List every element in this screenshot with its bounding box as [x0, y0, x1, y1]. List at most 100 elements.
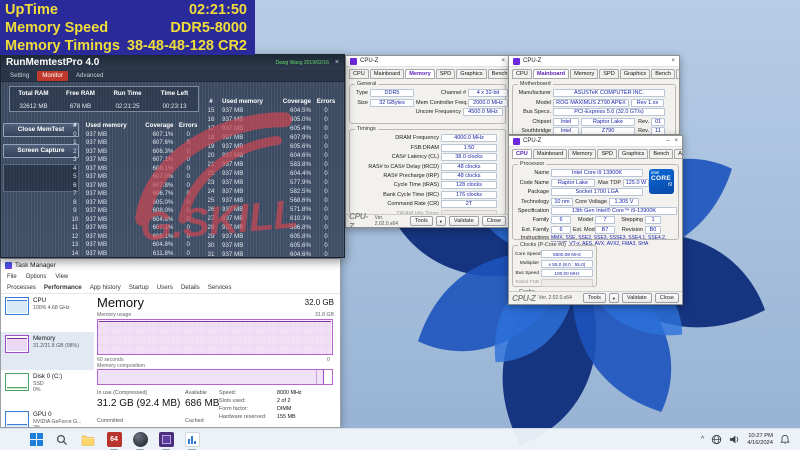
validate-button[interactable]: Validate — [448, 216, 479, 226]
tab-memory[interactable]: Memory — [405, 69, 435, 79]
cpuz-memory-titlebar[interactable]: CPU-Z × — [346, 56, 509, 67]
sidebar-item-cpu[interactable]: CPU 100% 4.68 GHz — [1, 294, 94, 332]
summary-header: Time Left — [160, 90, 189, 97]
cpuz-mainboard-titlebar[interactable]: CPU-Z × — [509, 56, 679, 67]
groupbox-caption: Processor — [518, 161, 547, 168]
task-manager-icon — [5, 262, 12, 269]
task-manager-titlebar[interactable]: Task Manager — [1, 259, 340, 272]
memtest-row: 15 937 MB 604.5% 0 — [207, 107, 328, 114]
minimize-icon[interactable]: – — [666, 138, 669, 144]
memory-composition-bar[interactable] — [97, 369, 333, 385]
type-value: DDR5 — [370, 89, 414, 98]
panel-heading: Memory — [97, 295, 144, 310]
sidebar-item-disk[interactable]: Disk 0 (C:) SSD 0% — [1, 370, 94, 408]
tab-bench[interactable]: Bench — [487, 69, 509, 79]
memtest-titlebar[interactable]: RunMemtestPro 4.0 Dawg Wang 2019/02/16 × — [1, 55, 344, 70]
tab-processes[interactable]: Processes — [7, 284, 36, 291]
close-icon[interactable]: × — [501, 58, 505, 64]
type-label: Type — [356, 90, 368, 97]
stepping-value: 1 — [645, 216, 661, 225]
memtest-row: 1 937 MB 607.6% 0 — [73, 139, 190, 147]
file-explorer-button[interactable] — [80, 432, 96, 448]
gpu-thumbnail — [5, 411, 29, 427]
close-button[interactable]: Close — [481, 216, 506, 226]
memtest-tab-setting[interactable]: Setting — [5, 71, 34, 81]
menu-view[interactable]: View — [55, 274, 68, 280]
validate-button[interactable]: Validate — [621, 293, 652, 303]
tab-spd[interactable]: SPD — [435, 69, 456, 79]
cpuz-app-icon — [350, 57, 357, 65]
memtest-tab-advanced[interactable]: Advanced — [71, 71, 109, 81]
osd-row-uptime: UpTime 02:21:50 — [5, 1, 247, 19]
tab-mainboard[interactable]: Mainboard — [369, 69, 405, 79]
close-icon[interactable]: × — [674, 138, 678, 144]
tab-bench[interactable]: Bench — [649, 149, 674, 159]
ext-family-value: 6 — [551, 225, 571, 234]
tab-memory[interactable]: Memory — [568, 149, 597, 159]
tab-cpu[interactable]: CPU — [349, 69, 369, 79]
tab-performance[interactable]: Performance — [44, 284, 82, 291]
memtest-row: 0 937 MB 607.1% 0 — [73, 130, 190, 138]
uncore-label: Uncore Frequency — [415, 109, 461, 116]
tab-memory[interactable]: Memory — [570, 69, 599, 79]
memtest-row: 9 937 MB 608.0% 0 — [73, 207, 190, 215]
summary-value: 02:21:25 — [115, 103, 140, 110]
usage-label: Memory usage — [97, 312, 132, 318]
core-voltage-label: Core Voltage — [575, 198, 607, 205]
tab-mainboard[interactable]: Mainboard — [532, 69, 570, 79]
start-button[interactable] — [28, 432, 44, 448]
tray-chevron-icon[interactable]: ^ — [701, 436, 704, 443]
memtest-row: 23 937 MB 577.9% 0 — [207, 179, 328, 186]
tab-mainboard[interactable]: Mainboard — [532, 149, 568, 159]
revision-label: Revision — [621, 226, 643, 233]
close-button[interactable]: Close — [654, 293, 679, 303]
memtest-row: 28 937 MB 586.8% 0 — [207, 224, 328, 231]
cpuz-taskbar-button[interactable] — [158, 432, 174, 450]
cpuz-cpu-titlebar[interactable]: CPU-Z – × — [509, 136, 682, 147]
tab-services[interactable]: Services — [208, 284, 232, 291]
tools-dropdown-icon[interactable]: ▼ — [435, 216, 446, 226]
tab-users[interactable]: Users — [157, 284, 173, 291]
tools-button[interactable]: Tools — [582, 293, 606, 303]
clock-row: Core Speed 5500.08 MHz — [515, 250, 594, 259]
tab-about[interactable]: About — [676, 69, 679, 79]
volume-icon[interactable] — [729, 434, 740, 445]
tools-dropdown-icon[interactable]: ▼ — [608, 293, 619, 303]
name-label: Name — [534, 170, 549, 177]
tab-about[interactable]: About — [674, 149, 682, 159]
tab-details[interactable]: Details — [181, 284, 200, 291]
memtest-close-icon[interactable]: × — [335, 59, 339, 66]
memtest-tabs: Setting Monitor Advanced — [1, 70, 344, 82]
close-icon[interactable]: × — [671, 58, 675, 64]
memtest64-button[interactable]: 64 — [106, 432, 122, 450]
tab-startup[interactable]: Startup — [129, 284, 149, 291]
tab-app-history[interactable]: App history — [90, 284, 121, 291]
monitor-app-button[interactable] — [184, 432, 200, 450]
search-button[interactable] — [54, 432, 70, 448]
taskbar-clock[interactable]: 10:27 PM 4/16/2024 — [747, 433, 773, 447]
osd-memspeed-label: Memory Speed — [5, 20, 109, 36]
tab-graphics[interactable]: Graphics — [617, 149, 649, 159]
memtest-row: 11 937 MB 607.1% 0 — [71, 224, 190, 232]
memtest-row: 30 937 MB 605.6% 0 — [207, 242, 328, 249]
menu-file[interactable]: File — [7, 274, 17, 280]
tab-spd[interactable]: SPD — [597, 149, 617, 159]
tab-graphics[interactable]: Graphics — [456, 69, 487, 79]
timing-row: RAS# to CAS# Delay (tRCD) 48 clocks — [352, 162, 503, 171]
motherboard-groupbox: Motherboard Manufacturer ASUSTeK COMPUTE… — [512, 81, 676, 134]
chart-app-icon — [184, 432, 200, 447]
sidebar-item-memory[interactable]: Memory 31.2/31.8 GB (98%) — [1, 332, 94, 370]
tab-graphics[interactable]: Graphics — [619, 69, 651, 79]
tab-spd[interactable]: SPD — [599, 69, 619, 79]
tab-bench[interactable]: Bench — [651, 69, 676, 79]
notification-bell-icon[interactable] — [780, 434, 790, 445]
stat-row: Speed: 8000 MHz — [219, 390, 302, 396]
memtest-tab-monitor[interactable]: Monitor — [37, 70, 68, 81]
tab-cpu[interactable]: CPU — [512, 69, 532, 79]
globe-app-button[interactable] — [132, 432, 148, 450]
tools-button[interactable]: Tools — [409, 216, 433, 226]
tab-cpu[interactable]: CPU — [512, 149, 532, 159]
sidebar-item-gpu[interactable]: GPU 0NVIDIA GeForce G...2% — [1, 408, 94, 427]
network-icon[interactable] — [711, 434, 722, 445]
menu-options[interactable]: Options — [26, 274, 47, 280]
